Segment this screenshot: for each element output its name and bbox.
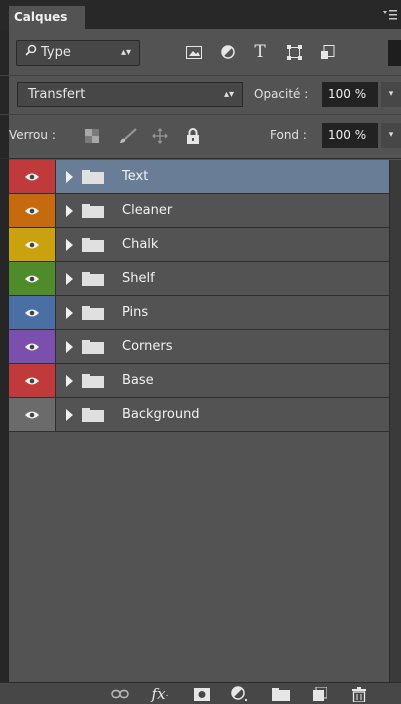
layer-row[interactable]: Chalk — [9, 228, 389, 262]
layer-name: Text — [122, 169, 149, 184]
layer-row[interactable]: Background — [9, 398, 389, 432]
layer-name: Shelf — [122, 271, 155, 286]
group-folder-icon[interactable] — [271, 685, 291, 703]
layer-row[interactable]: Text — [9, 160, 389, 194]
layer-name: Chalk — [122, 237, 159, 252]
panel-menu-icon[interactable] — [383, 9, 397, 21]
blend-mode-label: Transfert — [28, 87, 86, 102]
layer-body[interactable]: Shelf — [56, 262, 389, 295]
folder-icon — [82, 204, 104, 218]
lock-transparent-icon[interactable] — [82, 126, 102, 146]
layer-row[interactable]: Cleaner — [9, 194, 389, 228]
lock-all-icon[interactable] — [183, 126, 203, 146]
fx-icon[interactable]: fx. — [150, 685, 170, 703]
trash-icon[interactable] — [349, 685, 369, 703]
updown-arrows-icon: ▴▾ — [223, 89, 234, 100]
layer-body[interactable]: Text — [56, 160, 389, 193]
fill-label: Fond : — [270, 128, 307, 142]
updown-arrows-icon: ▴▾ — [120, 47, 131, 58]
expand-arrow-icon[interactable] — [66, 307, 73, 319]
eye-icon[interactable] — [9, 296, 56, 329]
shape-filter-icon[interactable] — [284, 42, 304, 62]
layers-panel: Calques Type ▴▾ T Transfert ▴▾ Opacité:… — [0, 0, 401, 704]
layer-row[interactable]: Shelf — [9, 262, 389, 296]
folder-icon — [82, 170, 104, 184]
adjustment-icon[interactable] — [230, 685, 250, 703]
eye-icon[interactable] — [9, 330, 56, 363]
tab-bar: Calques — [0, 0, 401, 29]
folder-icon — [82, 306, 104, 320]
search-icon — [25, 41, 41, 65]
expand-arrow-icon[interactable] — [66, 409, 73, 421]
folder-icon — [82, 238, 104, 252]
adjustment-filter-icon[interactable] — [218, 42, 238, 62]
eye-icon[interactable] — [9, 194, 56, 227]
fill-input[interactable]: 100 % — [322, 123, 378, 148]
lock-move-icon[interactable] — [150, 126, 170, 146]
layer-body[interactable]: Chalk — [56, 228, 389, 261]
layer-body[interactable]: Base — [56, 364, 389, 397]
expand-arrow-icon[interactable] — [66, 375, 73, 387]
blend-mode-select[interactable]: Transfert ▴▾ — [17, 82, 243, 107]
opacity-dropdown-icon[interactable]: ▾ — [381, 82, 401, 107]
eye-icon[interactable] — [9, 364, 56, 397]
opacity-input[interactable]: 100 % — [322, 82, 378, 107]
lock-brush-icon[interactable] — [118, 126, 138, 146]
folder-icon — [82, 408, 104, 422]
lock-row: Verrou : Fond : 100 % ▾ — [0, 115, 401, 159]
layer-body[interactable]: Background — [56, 398, 389, 431]
eye-icon[interactable] — [9, 262, 56, 295]
layer-name: Cleaner — [122, 203, 173, 218]
layer-name: Pins — [122, 305, 149, 320]
layers-scrollbar[interactable] — [389, 160, 401, 682]
expand-arrow-icon[interactable] — [66, 273, 73, 285]
folder-icon — [82, 374, 104, 388]
mask-icon[interactable] — [192, 685, 212, 703]
eye-icon[interactable] — [9, 228, 56, 261]
folder-icon — [82, 272, 104, 286]
expand-arrow-icon[interactable] — [66, 341, 73, 353]
layer-body[interactable]: Pins — [56, 296, 389, 329]
tab-calques[interactable]: Calques — [9, 6, 85, 29]
layer-name: Base — [122, 373, 154, 388]
expand-arrow-icon[interactable] — [66, 171, 73, 183]
layer-row[interactable]: Base — [9, 364, 389, 398]
layer-row[interactable]: Corners — [9, 330, 389, 364]
fill-dropdown-icon[interactable]: ▾ — [381, 123, 401, 148]
layer-body[interactable]: Corners — [56, 330, 389, 363]
opacity-label: Opacité : — [254, 87, 309, 101]
filter-row: Type ▴▾ T — [0, 29, 401, 76]
expand-arrow-icon[interactable] — [66, 239, 73, 251]
new-layer-icon[interactable] — [310, 685, 330, 703]
filter-kind-label: Type — [41, 45, 71, 60]
layer-name: Background — [122, 407, 200, 422]
layer-name: Corners — [122, 339, 173, 354]
layers-list: Text Cleaner Chalk Shelf Pins Corners Ba… — [9, 160, 389, 682]
layer-row[interactable]: Pins — [9, 296, 389, 330]
lock-label: Verrou : — [9, 128, 56, 142]
bottom-toolbar: fx. — [0, 682, 401, 704]
eye-icon[interactable] — [9, 160, 56, 193]
eye-icon[interactable] — [9, 398, 56, 431]
folder-icon — [82, 340, 104, 354]
text-filter-icon[interactable]: T — [250, 42, 270, 62]
smart-object-filter-icon[interactable] — [318, 42, 338, 62]
blend-row: Transfert ▴▾ Opacité : 100 % ▾ — [0, 77, 401, 115]
expand-arrow-icon[interactable] — [66, 205, 73, 217]
filter-toggle-switch[interactable] — [388, 40, 401, 66]
link-icon[interactable] — [110, 685, 130, 703]
filter-kind-select[interactable]: Type ▴▾ — [16, 40, 140, 66]
image-filter-icon[interactable] — [184, 42, 204, 62]
layer-body[interactable]: Cleaner — [56, 194, 389, 227]
